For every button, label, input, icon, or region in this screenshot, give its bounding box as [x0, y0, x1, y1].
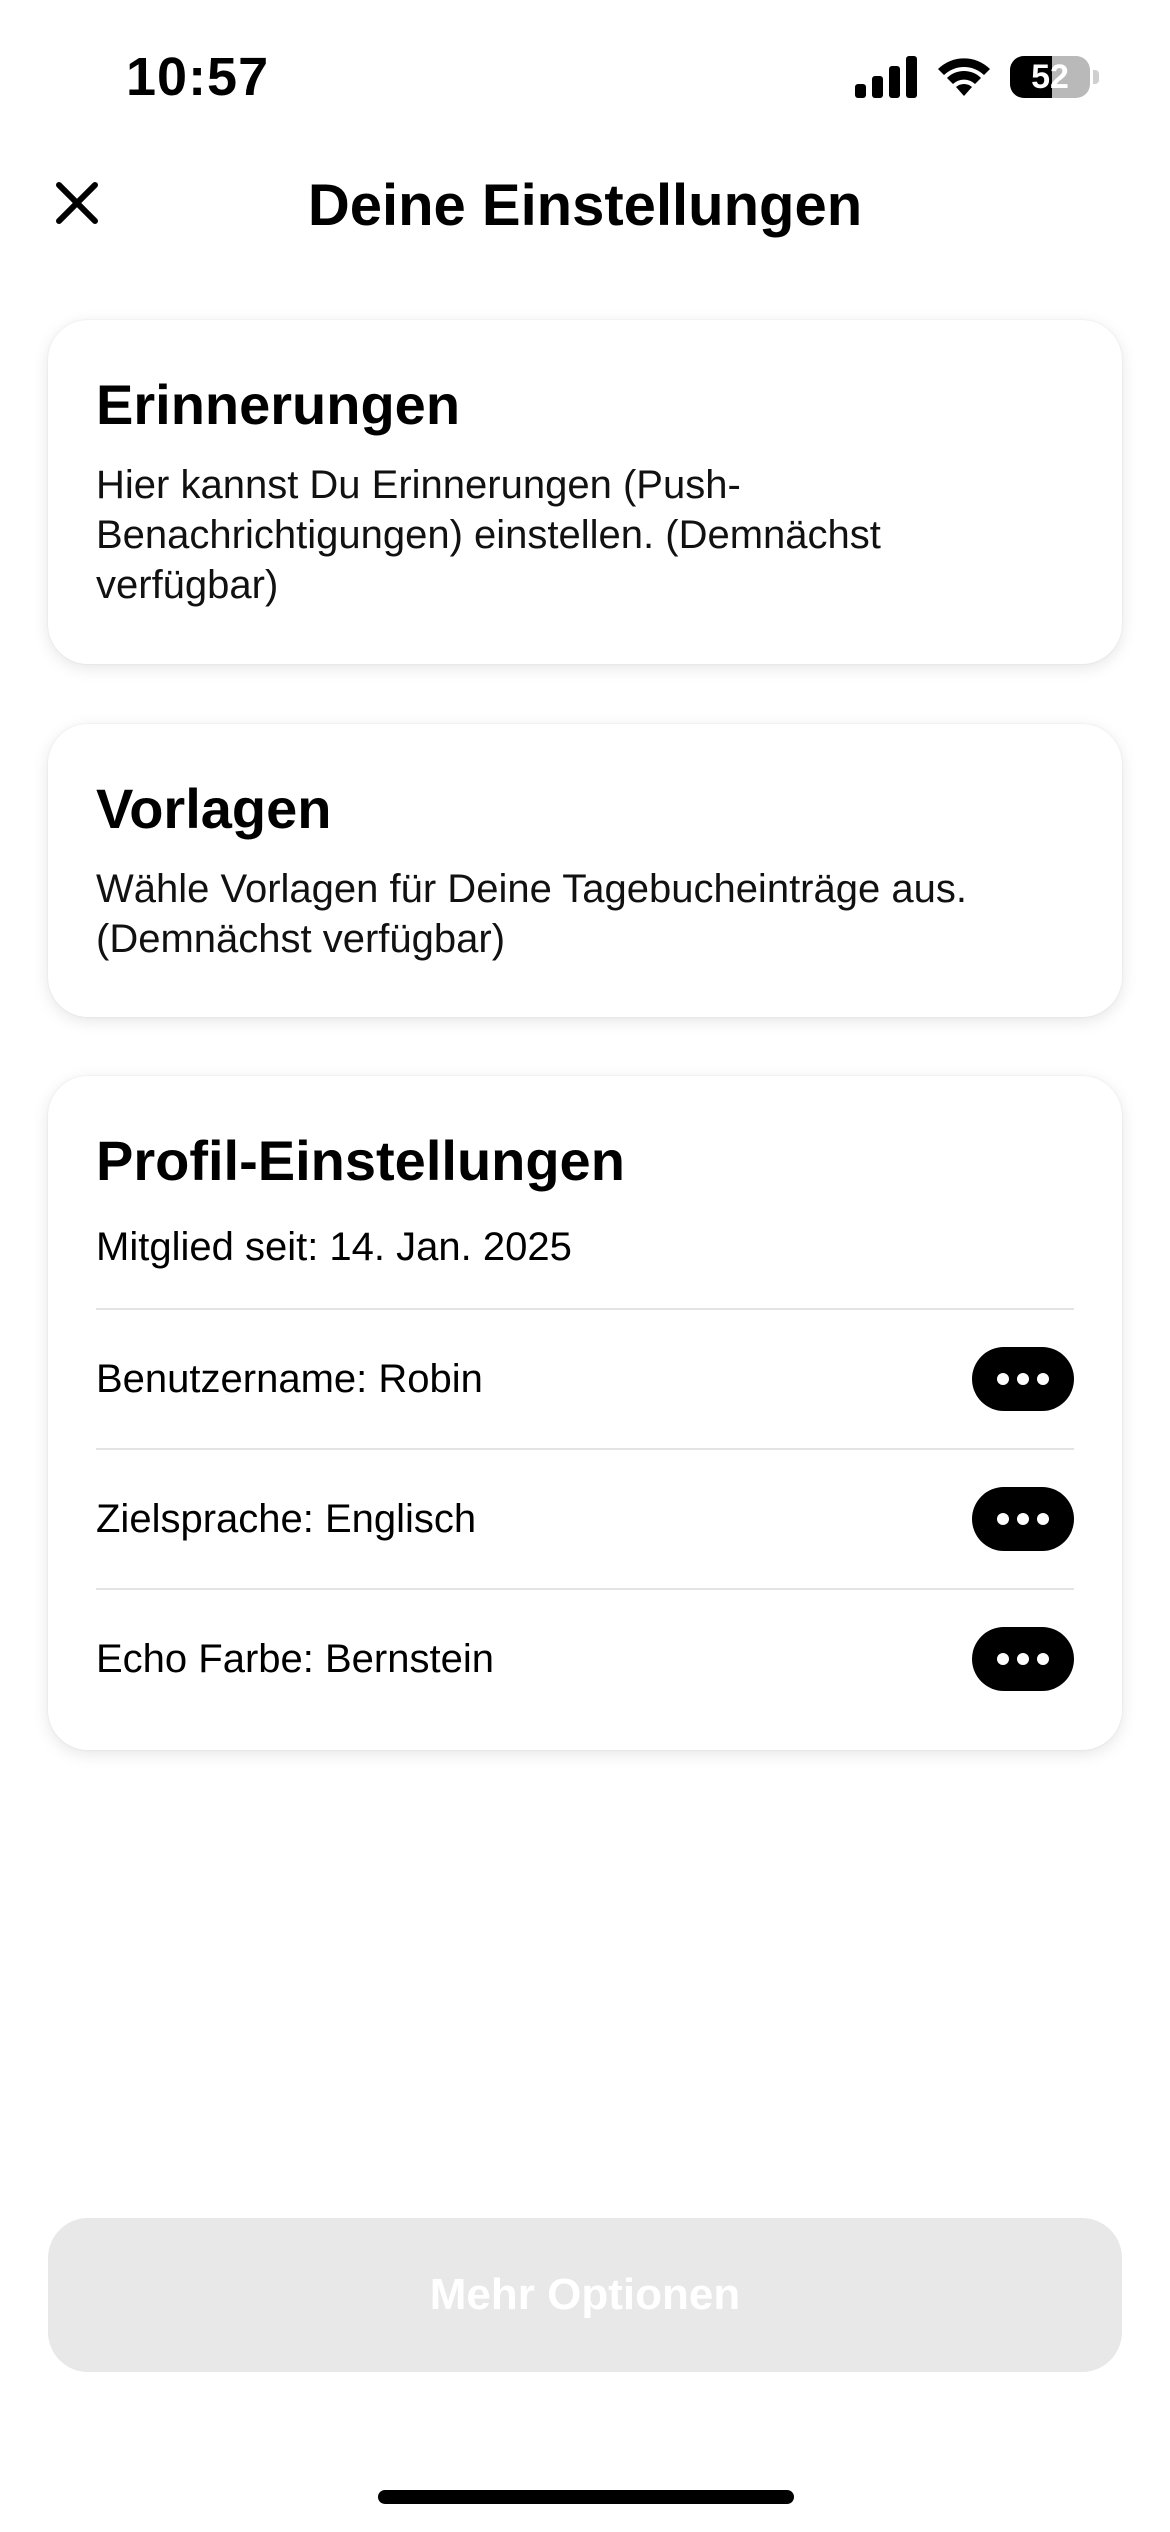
templates-card[interactable]: Vorlagen Wähle Vorlagen für Deine Tagebu…	[48, 724, 1122, 1017]
templates-title: Vorlagen	[96, 777, 332, 840]
reminders-description: Hier kannst Du Erinnerungen (Push-Benach…	[96, 463, 881, 607]
status-time: 10:57	[126, 47, 270, 107]
more-horizontal-icon	[1017, 1653, 1029, 1665]
target-language-row: Zielsprache: Englisch	[96, 1450, 1074, 1588]
more-horizontal-icon	[997, 1513, 1009, 1525]
echo-color-row: Echo Farbe: Bernstein	[96, 1590, 1074, 1728]
more-options-button[interactable]: Mehr Optionen	[48, 2218, 1122, 2372]
echo-color-more-button[interactable]	[972, 1627, 1074, 1691]
username-row: Benutzername: Robin	[96, 1310, 1074, 1448]
more-horizontal-icon	[1017, 1513, 1029, 1525]
battery-cap	[1093, 70, 1099, 84]
cellular-signal-icon	[855, 56, 917, 98]
username-more-button[interactable]	[972, 1347, 1074, 1411]
more-horizontal-icon	[1037, 1513, 1049, 1525]
more-horizontal-icon	[997, 1653, 1009, 1665]
page-title: Deine Einstellungen	[307, 173, 863, 238]
profile-settings-card: Profil-Einstellungen Mitglied seit: 14. …	[48, 1076, 1122, 1750]
templates-description: Wähle Vorlagen für Deine Tagebucheinträg…	[96, 867, 967, 961]
reminders-card[interactable]: Erinnerungen Hier kannst Du Erinnerungen…	[48, 320, 1122, 664]
target-language-more-button[interactable]	[972, 1487, 1074, 1551]
echo-color-label: Echo Farbe: Bernstein	[96, 1636, 494, 1681]
more-horizontal-icon	[1037, 1653, 1049, 1665]
home-indicator[interactable]	[378, 2490, 794, 2504]
target-language-label: Zielsprache: Englisch	[96, 1496, 477, 1541]
member-since: Mitglied seit: 14. Jan. 2025	[96, 1225, 572, 1269]
more-horizontal-icon	[1037, 1373, 1049, 1385]
battery-icon: 52	[1010, 56, 1090, 98]
wifi-icon	[938, 58, 990, 96]
username-label: Benutzername: Robin	[96, 1356, 483, 1401]
status-bar: 10:57 52	[0, 0, 1170, 150]
more-horizontal-icon	[997, 1373, 1009, 1385]
profile-settings-title: Profil-Einstellungen	[96, 1129, 625, 1192]
more-horizontal-icon	[1017, 1373, 1029, 1385]
battery-level: 52	[1031, 58, 1069, 96]
reminders-title: Erinnerungen	[96, 373, 461, 436]
